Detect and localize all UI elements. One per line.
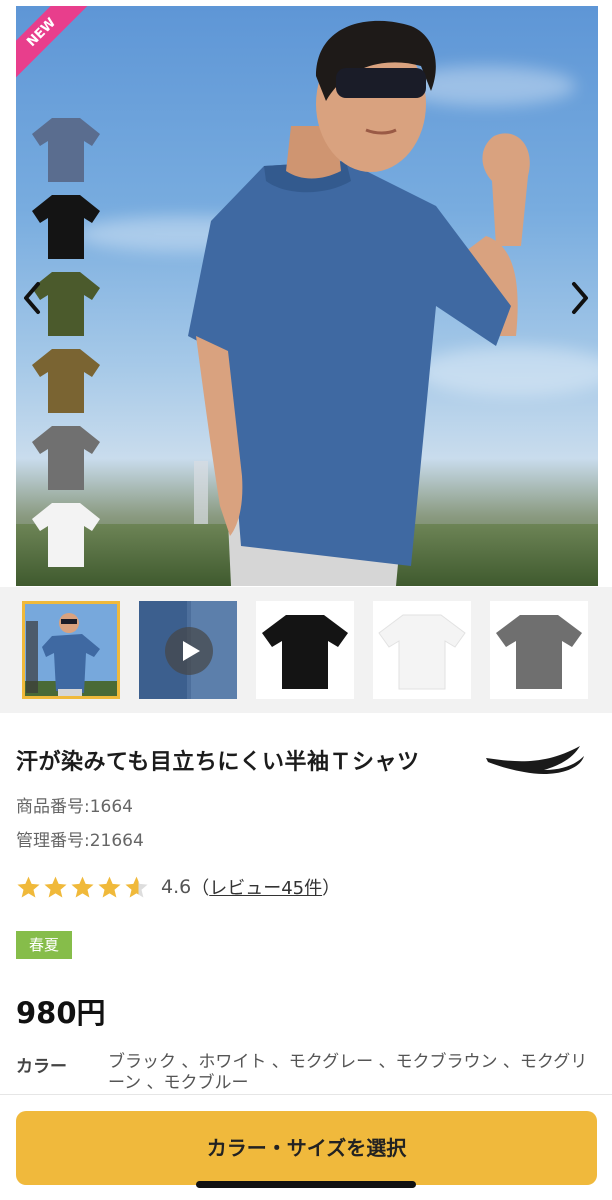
product-hero-image[interactable]: NEW xyxy=(16,6,598,586)
color-swatch-gray[interactable] xyxy=(30,422,102,492)
rating-row: 4.6 （レビュー45件） xyxy=(16,872,340,902)
play-icon xyxy=(165,627,213,675)
chevron-left-icon xyxy=(24,282,40,314)
color-swatch-black[interactable] xyxy=(30,191,102,261)
thumbnail-model[interactable] xyxy=(22,601,120,699)
bottom-action-bar: カラー・サイズを選択 xyxy=(0,1094,612,1200)
star-rating xyxy=(16,875,149,900)
color-swatch-list xyxy=(30,114,102,576)
star-full-icon xyxy=(44,876,67,897)
color-swatch-heather-blue[interactable] xyxy=(30,114,102,184)
thumbnail-video[interactable] xyxy=(139,601,237,699)
color-swatch-brown[interactable] xyxy=(30,345,102,415)
management-number: 管理番号:21664 xyxy=(16,831,144,851)
star-full-icon xyxy=(17,876,40,897)
season-tag: 春夏 xyxy=(16,931,72,959)
prev-image-button[interactable] xyxy=(18,276,46,320)
star-partial-icon xyxy=(125,876,148,897)
brand-logo xyxy=(486,746,584,775)
thumbnail-gray-tee[interactable] xyxy=(490,601,588,699)
star-full-icon xyxy=(98,876,121,897)
color-values: ブラック 、ホワイト 、モクグレー 、モクブラウン 、モクグリーン 、モクブルー xyxy=(108,1052,588,1093)
model-figure xyxy=(188,20,530,586)
home-indicator xyxy=(196,1181,416,1188)
price: 980円 xyxy=(16,996,106,1030)
chevron-right-icon xyxy=(572,282,588,314)
color-label: カラー xyxy=(16,1057,67,1077)
review-count-link[interactable]: （レビュー45件） xyxy=(191,874,340,900)
thumbnail-white-tee[interactable] xyxy=(373,601,471,699)
select-color-size-button[interactable]: カラー・サイズを選択 xyxy=(16,1111,597,1185)
product-number: 商品番号:1664 xyxy=(16,797,133,817)
next-image-button[interactable] xyxy=(566,276,594,320)
star-full-icon xyxy=(71,876,94,897)
thumbnail-strip xyxy=(0,587,612,713)
rating-value: 4.6 xyxy=(161,876,192,898)
product-page: NEW 汗が染みても目立ちにくい半袖Ｔシャツ 商品番号:1664 管理番号:21… xyxy=(0,0,612,1200)
thumbnail-black-tee[interactable] xyxy=(256,601,354,699)
product-title: 汗が染みても目立ちにくい半袖Ｔシャツ xyxy=(16,750,420,775)
color-swatch-white[interactable] xyxy=(30,499,102,569)
